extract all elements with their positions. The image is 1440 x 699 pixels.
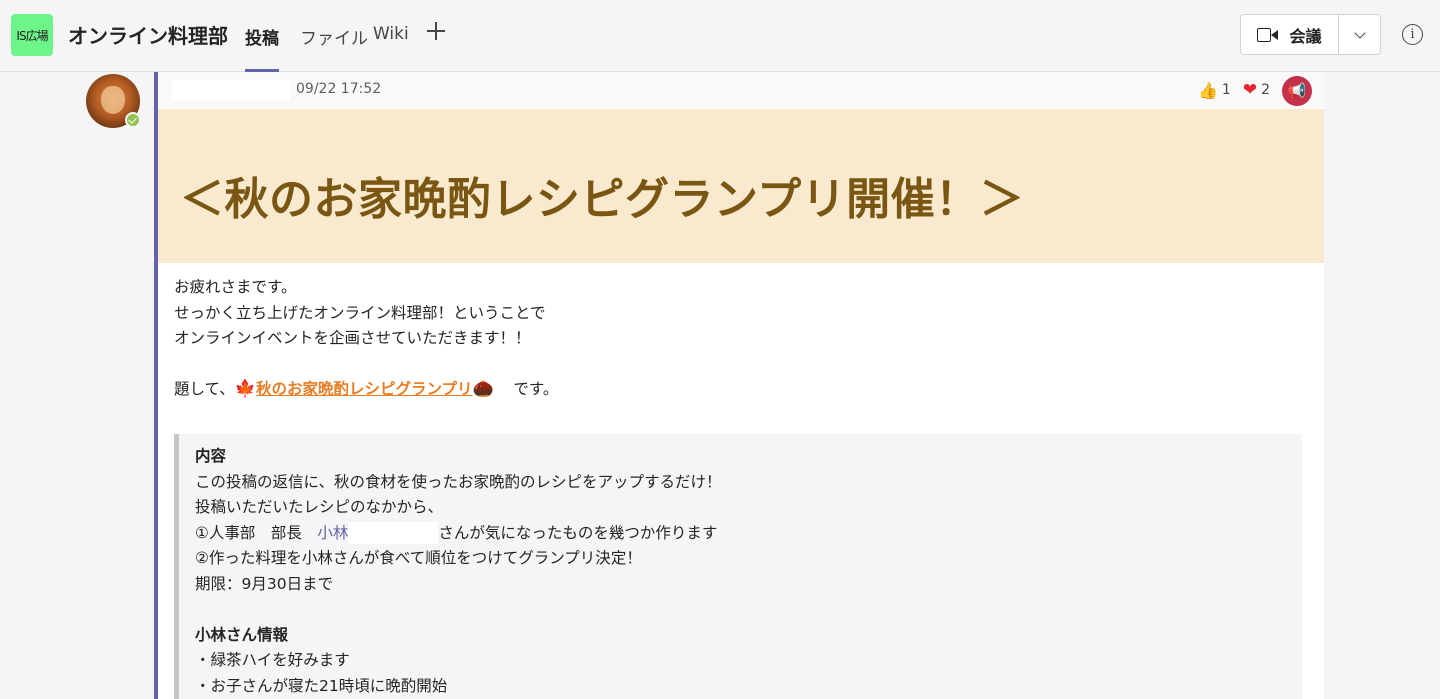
meeting-label: 会議 [1289,26,1322,46]
quote-line: ・緑茶ハイを好みます [195,651,350,669]
post-meta: 09/22 17:52 👍 1 ❤ 2 📢 [158,72,1324,108]
maple-leaf-icon: 🍁 [234,379,256,399]
heart-icon: ❤ [1242,80,1258,100]
quote-line: ・お子さんが寝た21時頃に晩酌開始 [195,676,448,695]
heart-count: 2 [1261,82,1270,98]
author-name-redacted [172,80,290,100]
meeting-button-group: 会議 [1240,14,1381,55]
channel-header: IS広場 オンライン料理部 投稿 ファイル Wiki 会議 i [0,0,1440,72]
megaphone-icon: 📢 [1282,76,1312,106]
quote-line-mention: ①人事部 部長 小林 さんが気になったものを幾つか作ります [195,521,1302,547]
chevron-down-icon [1353,26,1366,39]
body-prefix: 題して、 [174,380,235,398]
video-camera-icon [1257,27,1279,42]
quote-line: 期限：9月30日まで [195,574,334,593]
info-icon[interactable]: i [1402,24,1423,45]
team-logo-text: IS広場 [16,28,48,43]
body-line-event: 題して、🍁秋のお家晩酌レシピグランプリ🌰 です。 [174,377,558,403]
chestnut-icon: 🌰 [472,379,494,399]
body-suffix: です。 [513,380,559,398]
quote-line: ②作った料理を小林さんが食べて順位をつけてグランプリ決定！ [195,549,642,567]
body-line: せっかく立ち上げたオンライン料理部！ということで [174,303,546,322]
quote-heading: 内容 [195,447,227,465]
quote-line: この投稿の返信に、秋の食材を使ったお家晩酌のレシピをアップするだけ！ [195,472,722,491]
like-count: 1 [1221,82,1231,98]
plus-icon[interactable] [425,20,447,42]
quote-line3-prefix: ①人事部 部長 [195,523,318,542]
meeting-button[interactable]: 会議 [1241,15,1339,54]
tab-files[interactable]: ファイル [300,24,368,72]
announcement-banner: ＜秋のお家晩酌レシピグランプリ開催！＞ [158,109,1324,263]
body-line: お疲れさまです。 [174,278,297,296]
reaction-heart[interactable]: ❤ 2 [1243,80,1270,100]
team-name: オンライン料理部 [68,24,228,48]
post-timestamp: 09/22 17:52 [296,81,382,97]
presence-available-icon [125,112,141,128]
meeting-options-button[interactable] [1339,15,1380,54]
avatar-image [101,86,125,114]
post-card: 09/22 17:52 👍 1 ❤ 2 📢 ＜秋のお家晩酌レシピグランプリ開催！… [158,72,1324,699]
event-name-highlight: 秋のお家晩酌レシピグランプリ [255,380,473,398]
post-body: お疲れさまです。 せっかく立ち上げたオンライン料理部！ということで オンラインイ… [174,275,558,403]
reactions: 👍 1 ❤ 2 📢 [1198,74,1312,106]
thumbs-up-icon: 👍 [1197,80,1218,100]
banner-title: ＜秋のお家晩酌レシピグランプリ開催！＞ [180,174,1025,225]
quote-line: 投稿いただいたレシピのなかから、 [195,498,444,516]
mention-link[interactable]: 小林 [317,524,348,542]
quote-line3-suffix: さんが気になったものを幾つか作ります [438,523,718,542]
quote-heading: 小林さん情報 [195,625,289,644]
body-line: オンラインイベントを企画させていただきます！！ [174,329,531,347]
tab-posts[interactable]: 投稿 [245,24,279,72]
tab-wiki[interactable]: Wiki [373,24,409,72]
mention-redacted [348,522,439,544]
team-logo[interactable]: IS広場 [11,14,53,56]
reaction-like[interactable]: 👍 1 [1198,81,1231,100]
details-quote: 内容 この投稿の返信に、秋の食材を使ったお家晩酌のレシピをアップするだけ！ 投稿… [174,434,1302,699]
